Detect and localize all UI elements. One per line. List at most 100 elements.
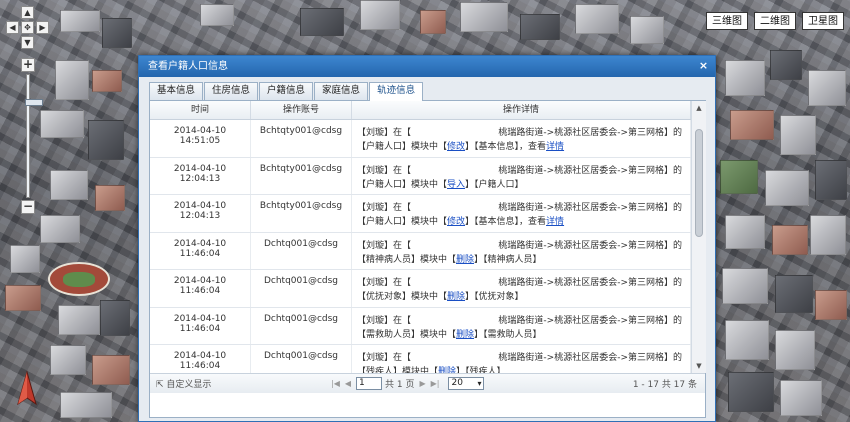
table-row[interactable]: 2014-04-10 11:46:04 Dchtq001@cdsg 【刘璇】在【 桃瑞… — [150, 232, 691, 270]
table-row[interactable]: 2014-04-10 11:46:04 Dchtq001@cdsg 【刘璇】在【 桃瑞… — [150, 270, 691, 308]
scroll-down-icon[interactable]: ▼ — [693, 360, 705, 372]
pan-down-button[interactable]: ▼ — [21, 36, 34, 49]
close-icon[interactable]: × — [698, 60, 709, 72]
cell-account: Dchtq001@cdsg — [251, 345, 352, 373]
cell-account: Dchtq001@cdsg — [251, 232, 352, 269]
map-type-satellite-button[interactable]: 卫星图 — [802, 12, 844, 30]
pagination-bar: ⇱ 自定义显示 |◀ ◀ 1 共 1 页 ▶ ▶| 20 1 - 17 共 17… — [150, 373, 705, 393]
map-building — [772, 225, 808, 255]
column-header-time[interactable]: 时间 — [150, 101, 251, 119]
table-row[interactable]: 2014-04-10 12:04:13 Bchtqty001@cdsg 【刘璇】在【… — [150, 195, 691, 233]
map-zoom-control: + − — [21, 58, 43, 214]
prev-page-button[interactable]: ◀ — [345, 379, 351, 388]
map-building — [730, 110, 774, 140]
map-building — [780, 115, 816, 155]
map-building — [55, 60, 89, 100]
page-size-select[interactable]: 20 — [448, 377, 485, 390]
detail-location: 桃瑞路街道->桃源社区居委会->第三网格】的 — [498, 353, 682, 363]
view-detail-link[interactable]: 详情 — [546, 217, 564, 227]
scroll-up-icon[interactable]: ▲ — [693, 102, 705, 114]
cell-time: 2014-04-10 11:46:04 — [150, 232, 251, 269]
map-building — [100, 300, 130, 336]
pan-left-button[interactable]: ◀ — [6, 21, 19, 34]
dialog-header: 查看户籍人口信息 × — [139, 56, 715, 77]
cell-detail: 【刘璇】在【 桃瑞路街道->桃源社区居委会->第三网格】的 【需救助人员】模块中【删… — [352, 307, 691, 344]
column-header-detail[interactable]: 操作详情 — [352, 101, 691, 119]
map-building — [725, 320, 769, 360]
map-building — [720, 160, 758, 194]
map-type-switcher: 三维图 二维图 卫星图 — [706, 12, 844, 30]
map-building — [58, 305, 100, 335]
settings-icon: ⇱ — [156, 380, 167, 390]
detail-operation-link[interactable]: 修改 — [447, 142, 465, 152]
table-row[interactable]: 2014-04-10 14:51:05 Bchtqty001@cdsg 【刘璇】在【… — [150, 120, 691, 158]
detail-target: 】【精神病人员】 — [474, 254, 542, 265]
detail-operation-link[interactable]: 删除 — [447, 292, 465, 302]
detail-operation-link[interactable]: 导入 — [447, 180, 465, 190]
detail-target: 】【户籍人口】 — [465, 179, 524, 190]
cell-account: Bchtqty001@cdsg — [251, 157, 352, 194]
zoom-in-button[interactable]: + — [21, 58, 35, 72]
detail-target: 】【优抚对象】 — [465, 292, 524, 302]
detail-module: 【精神病人员】模块中【 — [357, 254, 457, 265]
compass-icon — [17, 370, 37, 406]
table-header: 时间 操作账号 操作详情 — [150, 101, 691, 120]
map-building — [102, 18, 132, 48]
detail-operation-link[interactable]: 修改 — [447, 217, 465, 227]
detail-operation-link[interactable]: 删除 — [456, 330, 474, 340]
tab-track-info[interactable]: 轨迹信息 — [369, 82, 424, 101]
dialog-title: 查看户籍人口信息 — [148, 61, 228, 72]
first-page-button[interactable]: |◀ — [331, 379, 340, 388]
map-building — [630, 16, 664, 44]
tab-household-info[interactable]: 户籍信息 — [259, 82, 314, 100]
scrollbar-thumb[interactable] — [695, 129, 703, 237]
table-row[interactable]: 2014-04-10 11:46:04 Dchtq001@cdsg 【刘璇】在【 桃瑞… — [150, 307, 691, 345]
custom-display-button[interactable]: ⇱ 自定义显示 — [156, 377, 331, 390]
map-building — [200, 4, 234, 26]
tab-family-info[interactable]: 家庭信息 — [314, 82, 369, 100]
map-building — [725, 215, 765, 249]
view-detail-link[interactable]: 详情 — [546, 142, 564, 152]
detail-operator: 【刘璇】在【 — [357, 165, 412, 176]
detail-target: 】【基本信息】，查看 — [465, 142, 547, 152]
map-building — [780, 380, 822, 416]
table-scrollbar[interactable]: ▲ ▼ — [691, 101, 706, 373]
detail-module: 【户籍人口】模块中【 — [357, 142, 448, 152]
detail-module: 【户籍人口】模块中【 — [357, 217, 448, 227]
pan-up-button[interactable]: ▲ — [21, 6, 34, 19]
next-page-button[interactable]: ▶ — [419, 379, 425, 388]
map-building — [520, 14, 560, 40]
zoom-out-button[interactable]: − — [21, 200, 35, 214]
table-row[interactable]: 2014-04-10 11:46:04 Dchtq001@cdsg 【刘璇】在【 桃瑞… — [150, 345, 691, 373]
map-sports-field — [48, 262, 110, 296]
map-pan-control: ▲ ◀ ✥ ▶ ▼ — [6, 6, 50, 50]
map-building — [815, 290, 847, 320]
detail-target: 】【基本信息】，查看 — [465, 217, 547, 227]
map-building — [728, 372, 774, 412]
last-page-button[interactable]: ▶| — [431, 379, 440, 388]
map-building — [770, 50, 802, 80]
zoom-slider-handle[interactable] — [25, 98, 43, 106]
map-building — [460, 2, 508, 32]
detail-operator: 【刘璇】在【 — [357, 128, 412, 138]
detail-module: 【优抚对象】模块中【 — [357, 292, 448, 302]
tab-basic-info[interactable]: 基本信息 — [149, 82, 204, 100]
map-building — [300, 8, 344, 36]
tab-housing-info[interactable]: 住房信息 — [204, 82, 259, 100]
pan-right-button[interactable]: ▶ — [36, 21, 49, 34]
table-row[interactable]: 2014-04-10 12:04:13 Bchtqty001@cdsg 【刘璇】在【… — [150, 157, 691, 195]
zoom-slider-track[interactable] — [25, 74, 43, 198]
detail-operation-link[interactable]: 删除 — [456, 255, 474, 265]
map-type-2d-button[interactable]: 二维图 — [754, 12, 796, 30]
map-building — [765, 170, 809, 206]
table-body: 2014-04-10 14:51:05 Bchtqty001@cdsg 【刘璇】在【… — [150, 120, 691, 373]
cell-time: 2014-04-10 11:46:04 — [150, 307, 251, 344]
pan-center-button[interactable]: ✥ — [21, 21, 34, 34]
cell-account: Dchtq001@cdsg — [251, 307, 352, 344]
dialog-tabs: 基本信息 住房信息 户籍信息 家庭信息 轨迹信息 — [149, 82, 424, 101]
detail-location: 桃瑞路街道->桃源社区居委会->第三网格】的 — [498, 165, 682, 176]
page-number-input[interactable]: 1 — [356, 377, 383, 390]
map-type-3d-button[interactable]: 三维图 — [706, 12, 748, 30]
column-header-account[interactable]: 操作账号 — [251, 101, 352, 119]
map-building — [40, 215, 80, 243]
